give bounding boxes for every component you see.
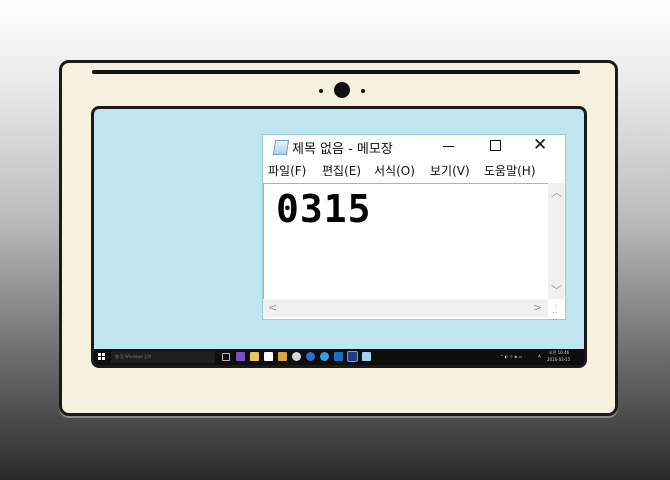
taskbar-search-input[interactable]: 웹 및 Windows 검색 (111, 351, 215, 363)
scroll-right-icon[interactable]: > (533, 302, 542, 313)
edge-icon[interactable] (306, 352, 315, 361)
notepad-window: 제목 없음 - 메모장 ✕ 파일(F) 편집(E) 서식(O) 보기(V) 도움… (262, 134, 566, 323)
maximize-icon (490, 140, 501, 151)
sensor-dot-left (319, 89, 323, 93)
menu-help[interactable]: 도움말(H) (484, 162, 536, 179)
maximize-button[interactable] (473, 135, 519, 158)
close-button[interactable]: ✕ (519, 135, 565, 158)
menu-file[interactable]: 파일(F) (268, 162, 306, 179)
app-icon[interactable] (292, 352, 301, 361)
system-tray-icons[interactable]: ^ ◐ ☼ ◈ ▭ (500, 354, 522, 360)
file-explorer-icon[interactable] (250, 352, 259, 361)
windows-start-icon[interactable] (98, 353, 106, 361)
store-icon[interactable] (264, 352, 273, 361)
outlook-icon[interactable] (334, 352, 343, 361)
scroll-down-icon[interactable]: ﹀ (551, 285, 562, 296)
taskbar: 웹 및 Windows 검색 ^ ◐ ☼ ◈ ▭ A 오전 10:46 2016… (94, 349, 584, 365)
visual-studio-icon[interactable] (236, 352, 245, 361)
resize-grip-icon[interactable]: . ..... (549, 300, 563, 323)
scroll-up-icon[interactable]: ︿ (551, 187, 562, 198)
screen: 제목 없음 - 메모장 ✕ 파일(F) 편집(E) 서식(O) 보기(V) 도움… (91, 106, 587, 368)
clock-time[interactable]: 오전 10:46 (549, 350, 569, 356)
desktop: 제목 없음 - 메모장 ✕ 파일(F) 편집(E) 서식(O) 보기(V) 도움… (94, 109, 584, 365)
ime-indicator[interactable]: A (538, 354, 541, 360)
minimize-icon (443, 146, 454, 147)
app-icon[interactable] (278, 352, 287, 361)
powershell-icon[interactable] (347, 351, 358, 362)
vertical-scrollbar[interactable]: ︿ ﹀ (548, 183, 564, 299)
notepad-titlebar[interactable]: 제목 없음 - 메모장 ✕ (263, 135, 565, 158)
task-view-icon[interactable] (222, 353, 230, 361)
menu-format[interactable]: 서식(O) (374, 162, 415, 179)
minimize-button[interactable] (427, 135, 473, 158)
notepad-icon[interactable] (362, 352, 371, 361)
window-title: 제목 없음 - 메모장 (292, 142, 393, 157)
webcam-icon (334, 82, 350, 98)
laptop-bezel: 제목 없음 - 메모장 ✕ 파일(F) 편집(E) 서식(O) 보기(V) 도움… (59, 60, 618, 416)
menubar: 파일(F) 편집(E) 서식(O) 보기(V) 도움말(H) (263, 160, 565, 182)
sensor-dot-right (361, 89, 365, 93)
menu-edit[interactable]: 편집(E) (322, 162, 361, 179)
clock-date[interactable]: 2016-03-15 (547, 357, 570, 363)
bezel-top-bar (92, 70, 580, 74)
horizontal-scrollbar[interactable]: < > (263, 299, 548, 317)
close-icon: ✕ (533, 135, 548, 155)
menu-view[interactable]: 보기(V) (430, 162, 470, 179)
internet-explorer-icon[interactable] (320, 352, 329, 361)
scroll-left-icon[interactable]: < (268, 302, 277, 313)
document-text: 0315 (276, 187, 372, 231)
notepad-icon (272, 140, 290, 155)
text-editor[interactable]: 0315 (263, 183, 548, 300)
